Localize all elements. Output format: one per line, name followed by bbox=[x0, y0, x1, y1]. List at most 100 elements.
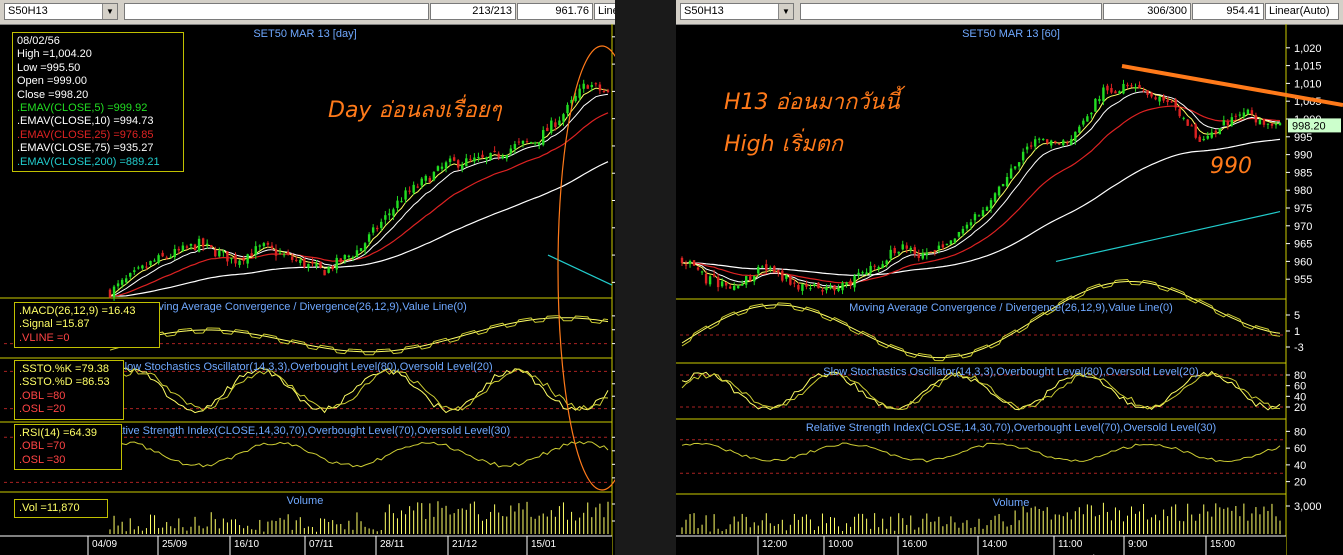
candle-body bbox=[185, 246, 189, 248]
candle-body bbox=[1042, 138, 1045, 140]
rsi-tick-label: 80 bbox=[1294, 426, 1306, 438]
right-scale-label[interactable]: Linear(Auto) bbox=[1265, 3, 1339, 20]
candle-body bbox=[149, 260, 152, 266]
candle-body bbox=[598, 84, 602, 91]
candle-body bbox=[1166, 99, 1169, 102]
candle-body bbox=[226, 251, 229, 262]
info-ema25: .EMAV(CLOSE,25) =976.85 bbox=[17, 128, 154, 141]
candle-body bbox=[1214, 130, 1217, 134]
x-tick-label: 9:00 bbox=[1128, 539, 1148, 550]
candle-body bbox=[1114, 91, 1117, 94]
candle-body bbox=[315, 263, 318, 267]
candle-body bbox=[913, 247, 916, 254]
candle-body bbox=[594, 83, 598, 85]
candle-body bbox=[493, 150, 496, 152]
left-info-box: 08/02/56 High =1,004.20 Low =995.50 Open… bbox=[12, 32, 184, 173]
right-annotation-2: High เริ่มตก bbox=[724, 132, 844, 157]
price-tick-label: 995 bbox=[1294, 132, 1312, 144]
info-low: Low =995.50 bbox=[17, 61, 81, 74]
candle-body bbox=[193, 244, 197, 251]
candle-body bbox=[392, 209, 395, 216]
candle-body bbox=[688, 260, 692, 264]
candle-body bbox=[829, 286, 832, 289]
candle-body bbox=[1078, 126, 1081, 133]
info-k: .SSTO.%K =79.38 bbox=[19, 363, 109, 375]
candle-body bbox=[274, 249, 278, 256]
candle-body bbox=[408, 190, 411, 192]
candle-body bbox=[1142, 90, 1145, 92]
candle-body bbox=[1025, 146, 1029, 150]
candle-body bbox=[704, 273, 708, 284]
info-rsi-obl: .OBL =70 bbox=[19, 440, 66, 453]
candle-body bbox=[1062, 140, 1065, 146]
candle-body bbox=[1070, 139, 1073, 145]
candle-body bbox=[1021, 151, 1025, 161]
right-symbol-select[interactable]: S50H13 ▼ bbox=[680, 3, 794, 20]
candle-body bbox=[1009, 168, 1013, 179]
candle-body bbox=[961, 228, 965, 234]
candle-body bbox=[1170, 101, 1173, 103]
candle-body bbox=[404, 190, 407, 200]
info-ema5: .EMAV(CLOSE,5) =999.92 bbox=[17, 102, 148, 115]
candle-body bbox=[845, 282, 848, 285]
candle-body bbox=[246, 254, 249, 264]
candle-body bbox=[821, 289, 824, 292]
candle-body bbox=[889, 249, 892, 259]
candle-body bbox=[440, 166, 444, 169]
candle-body bbox=[917, 254, 920, 258]
left-symbol-select[interactable]: S50H13 ▼ bbox=[4, 3, 118, 20]
right-annotation-3: 990 bbox=[1210, 154, 1252, 179]
info-ema75: .EMAV(CLOSE,75) =935.27 bbox=[17, 142, 154, 155]
candle-body bbox=[1082, 120, 1085, 125]
candle-body bbox=[299, 259, 302, 263]
candle-body bbox=[424, 175, 428, 181]
candle-body bbox=[218, 250, 221, 257]
chevron-down-icon[interactable]: ▼ bbox=[778, 4, 793, 19]
x-tick-label: 14:00 bbox=[982, 539, 1007, 550]
rsi-tick-label: 20 bbox=[1294, 477, 1306, 489]
candle-body bbox=[937, 245, 941, 250]
candle-body bbox=[1013, 166, 1017, 169]
candle-body bbox=[371, 227, 375, 233]
candle-body bbox=[777, 270, 780, 273]
left-scale-label[interactable]: Linear(Auto) bbox=[594, 3, 615, 20]
info-signal: .Signal =15.87 bbox=[19, 318, 90, 331]
candle-body bbox=[590, 84, 594, 88]
candle-body bbox=[529, 142, 533, 144]
macd-info-box: .MACD(26,12,9) =16.43 .Signal =15.87 .VL… bbox=[14, 302, 160, 349]
candle-body bbox=[286, 251, 290, 255]
candle-body bbox=[1186, 119, 1189, 126]
volume-tick-label: 3,000 bbox=[1294, 501, 1322, 513]
candle-body bbox=[554, 122, 557, 127]
x-tick-label: 07/11 bbox=[309, 539, 334, 550]
candle-body bbox=[905, 245, 908, 249]
candle-body bbox=[542, 130, 545, 145]
candle-body bbox=[351, 256, 355, 259]
ema200-line bbox=[1055, 211, 1281, 262]
chevron-down-icon[interactable]: ▼ bbox=[102, 4, 117, 19]
candle-body bbox=[1102, 87, 1105, 102]
candle-body bbox=[157, 255, 160, 263]
candle-body bbox=[869, 265, 872, 274]
candle-body bbox=[969, 222, 973, 226]
chart-title: SET50 MAR 13 [60] bbox=[962, 28, 1060, 40]
price-tick-label: 955 bbox=[1294, 274, 1312, 286]
candle-body bbox=[877, 267, 880, 269]
candle-body bbox=[933, 250, 937, 252]
candle-body bbox=[765, 264, 768, 271]
candle-body bbox=[1118, 91, 1121, 94]
candle-body bbox=[558, 120, 561, 126]
candle-body bbox=[965, 224, 969, 229]
candle-body bbox=[941, 244, 945, 248]
candle-body bbox=[805, 284, 808, 287]
rsi-line bbox=[681, 442, 1281, 463]
candle-body bbox=[363, 243, 367, 251]
candle-body bbox=[1198, 136, 1201, 142]
candle-body bbox=[885, 260, 888, 265]
candle-body bbox=[533, 142, 537, 144]
candle-body bbox=[989, 200, 993, 209]
candle-body bbox=[436, 166, 440, 171]
candle-body bbox=[307, 263, 310, 268]
candle-body bbox=[1174, 99, 1177, 108]
info-date: 08/02/56 bbox=[17, 35, 60, 47]
